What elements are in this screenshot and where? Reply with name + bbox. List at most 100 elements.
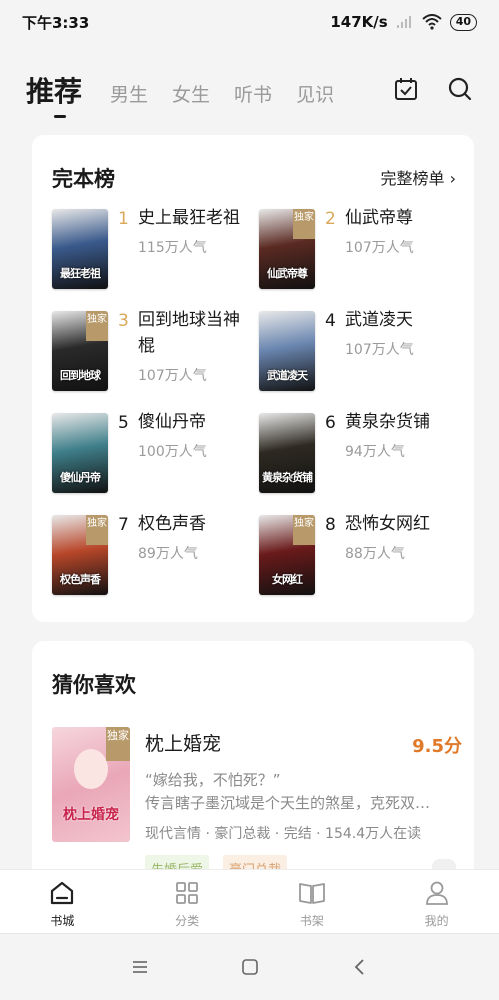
cover-title-art: 仙武帝尊 xyxy=(267,267,308,280)
rank-list-item[interactable]: 傻仙丹帝 5 傻仙丹帝 100万人气 xyxy=(52,412,259,493)
exclusive-badge: 独家 xyxy=(293,515,315,545)
search-icon[interactable] xyxy=(445,74,475,104)
status-time: 下午3:33 xyxy=(22,13,90,32)
bottom-nav-label: 书城 xyxy=(50,914,75,928)
book-title[interactable]: 黄泉杂货铺 xyxy=(345,409,430,435)
rank-list-item[interactable]: 独家 仙武帝尊 2 仙武帝尊 107万人气 xyxy=(259,208,462,289)
rank-card-title: 完本榜 xyxy=(52,167,115,191)
book-title[interactable]: 枕上婚宠 xyxy=(145,729,221,756)
network-speed: 147K/s xyxy=(330,13,388,31)
rank-number: 8 xyxy=(325,515,336,535)
rank-number: 4 xyxy=(325,311,336,331)
book-popularity: 107万人气 xyxy=(345,240,414,256)
rank-number: 3 xyxy=(118,311,129,331)
rank-list-item[interactable]: 独家 回到地球 3 回到地球当神棍 107万人气 xyxy=(52,310,259,391)
tab-male[interactable]: 男生 xyxy=(110,80,148,118)
book-cover[interactable]: 独家 回到地球 xyxy=(52,311,108,391)
cover-title-art: 权色声香 xyxy=(60,573,101,586)
bottom-nav-mine[interactable]: 我的 xyxy=(374,870,499,933)
home-square-icon[interactable] xyxy=(235,952,265,982)
signal-icon xyxy=(396,16,411,28)
book-popularity: 94万人气 xyxy=(345,444,405,460)
cover-title-art: 武道凌天 xyxy=(267,369,308,382)
back-icon[interactable] xyxy=(345,952,375,982)
cover-illustration xyxy=(74,749,108,789)
rank-item-info: 3 回到地球当神棍 107万人气 xyxy=(118,310,248,391)
wifi-icon xyxy=(422,14,442,30)
tab-female[interactable]: 女生 xyxy=(172,80,210,118)
rank-item-heading: 2 仙武帝尊 xyxy=(325,208,455,231)
book-title[interactable]: 权色声香 xyxy=(138,511,206,537)
tab-recommend[interactable]: 推荐 xyxy=(26,70,82,118)
book-cover[interactable]: 独家 女网红 xyxy=(259,515,315,595)
book-title[interactable]: 史上最狂老祖 xyxy=(138,205,240,231)
rank-item-heading: 6 黄泉杂货铺 xyxy=(325,412,455,435)
book-cover[interactable]: 黄泉杂货铺 xyxy=(259,413,315,493)
rank-card: 完本榜 完整榜单 › 最狂老祖 1 史上最狂老祖 115万人气 独家 仙武帝尊 2 仙武帝尊 1… xyxy=(32,135,474,622)
bottom-nav-category[interactable]: 分类 xyxy=(125,870,250,933)
rank-item-heading: 1 史上最狂老祖 xyxy=(118,208,248,231)
guess-card: 猜你喜欢 独家 枕上婚宠 枕上婚宠 9.5分 “嫁给我，不怕死？” 传言瞎子墨沉… xyxy=(32,641,474,881)
book-description: “嫁给我，不怕死？” 传言瞎子墨沉域是个天生的煞星，克死双… xyxy=(145,769,455,815)
battery-indicator: 40 xyxy=(449,13,477,31)
rank-item-heading: 4 武道凌天 xyxy=(325,310,455,333)
rank-list-item[interactable]: 独家 女网红 8 恐怖女网红 88万人气 xyxy=(259,514,462,595)
rank-number: 7 xyxy=(118,515,129,535)
rank-list-item[interactable]: 武道凌天 4 武道凌天 107万人气 xyxy=(259,310,462,391)
tab-audiobook[interactable]: 听书 xyxy=(234,80,272,118)
bottom-nav-label: 分类 xyxy=(175,914,200,928)
book-cover[interactable]: 独家仙武帝尊 xyxy=(259,209,315,289)
menu-icon[interactable] xyxy=(125,952,155,982)
book-icon xyxy=(297,878,327,908)
rank-item-heading: 8 恐怖女网红 xyxy=(325,514,455,537)
book-title[interactable]: 恐怖女网红 xyxy=(345,511,430,537)
book-cover[interactable]: 武道凌天 xyxy=(259,311,315,391)
book-cover[interactable]: 最狂老祖 xyxy=(52,209,108,289)
tab-insight[interactable]: 见识 xyxy=(296,80,334,118)
rank-item-info: 1 史上最狂老祖 115万人气 xyxy=(118,208,248,289)
calendar-check-icon[interactable] xyxy=(391,74,421,104)
book-title[interactable]: 回到地球当神棍 xyxy=(138,307,248,359)
book-title[interactable]: 傻仙丹帝 xyxy=(138,409,206,435)
user-icon xyxy=(422,878,452,908)
book-popularity: 89万人气 xyxy=(138,546,198,562)
book-popularity: 100万人气 xyxy=(138,444,207,460)
rank-number: 2 xyxy=(325,209,336,229)
rank-list-item[interactable]: 黄泉杂货铺 6 黄泉杂货铺 94万人气 xyxy=(259,412,462,493)
rank-list-item[interactable]: 独家 权色声香 7 权色声香 89万人气 xyxy=(52,514,259,595)
exclusive-badge: 独家 xyxy=(86,311,108,341)
book-cover[interactable]: 独家 枕上婚宠 xyxy=(52,727,130,842)
book-popularity: 107万人气 xyxy=(345,342,414,358)
recommended-book[interactable]: 独家 枕上婚宠 枕上婚宠 9.5分 “嫁给我，不怕死？” 传言瞎子墨沉域是个天生… xyxy=(52,727,462,847)
exclusive-badge: 独家 xyxy=(293,209,315,239)
rank-list-item[interactable]: 最狂老祖 1 史上最狂老祖 115万人气 xyxy=(52,208,259,289)
rank-item-info: 6 黄泉杂货铺 94万人气 xyxy=(325,412,455,493)
rank-item-info: 7 权色声香 89万人气 xyxy=(118,514,248,595)
top-tab-bar: 推荐 男生 女生 听书 见识 xyxy=(0,62,499,118)
rank-item-heading: 3 回到地球当神棍 xyxy=(118,310,248,359)
book-description-line: 传言瞎子墨沉域是个天生的煞星，克死双… xyxy=(145,794,431,812)
rank-number: 5 xyxy=(118,413,129,433)
book-description-line: “嫁给我，不怕死？” xyxy=(145,771,281,789)
book-popularity: 88万人气 xyxy=(345,546,405,562)
exclusive-badge: 独家 xyxy=(86,515,108,545)
cover-title-art: 黄泉杂货铺 xyxy=(262,471,313,484)
bottom-nav-bookstore[interactable]: 书城 xyxy=(0,870,125,933)
full-ranking-link[interactable]: 完整榜单 › xyxy=(381,165,457,189)
book-popularity: 107万人气 xyxy=(138,368,207,384)
bottom-nav-label: 书架 xyxy=(299,914,324,928)
exclusive-badge: 独家 xyxy=(106,727,130,761)
book-meta: 现代言情 · 豪门总裁 · 完结 · 154.4万人在读 xyxy=(145,826,422,842)
rank-item-info: 5 傻仙丹帝 100万人气 xyxy=(118,412,248,493)
grid-icon xyxy=(172,878,202,908)
status-bar: 下午3:33 147K/s 40 xyxy=(0,0,499,44)
book-cover[interactable]: 傻仙丹帝 xyxy=(52,413,108,493)
rank-item-info: 2 仙武帝尊 107万人气 xyxy=(325,208,455,289)
book-title[interactable]: 武道凌天 xyxy=(345,307,413,333)
book-title[interactable]: 仙武帝尊 xyxy=(345,205,413,231)
top-nav-actions xyxy=(391,74,475,104)
book-cover[interactable]: 独家权色声香 xyxy=(52,515,108,595)
bottom-nav-bookshelf[interactable]: 书架 xyxy=(250,870,375,933)
book-score: 9.5分 xyxy=(412,736,462,757)
book-popularity: 115万人气 xyxy=(138,240,207,256)
